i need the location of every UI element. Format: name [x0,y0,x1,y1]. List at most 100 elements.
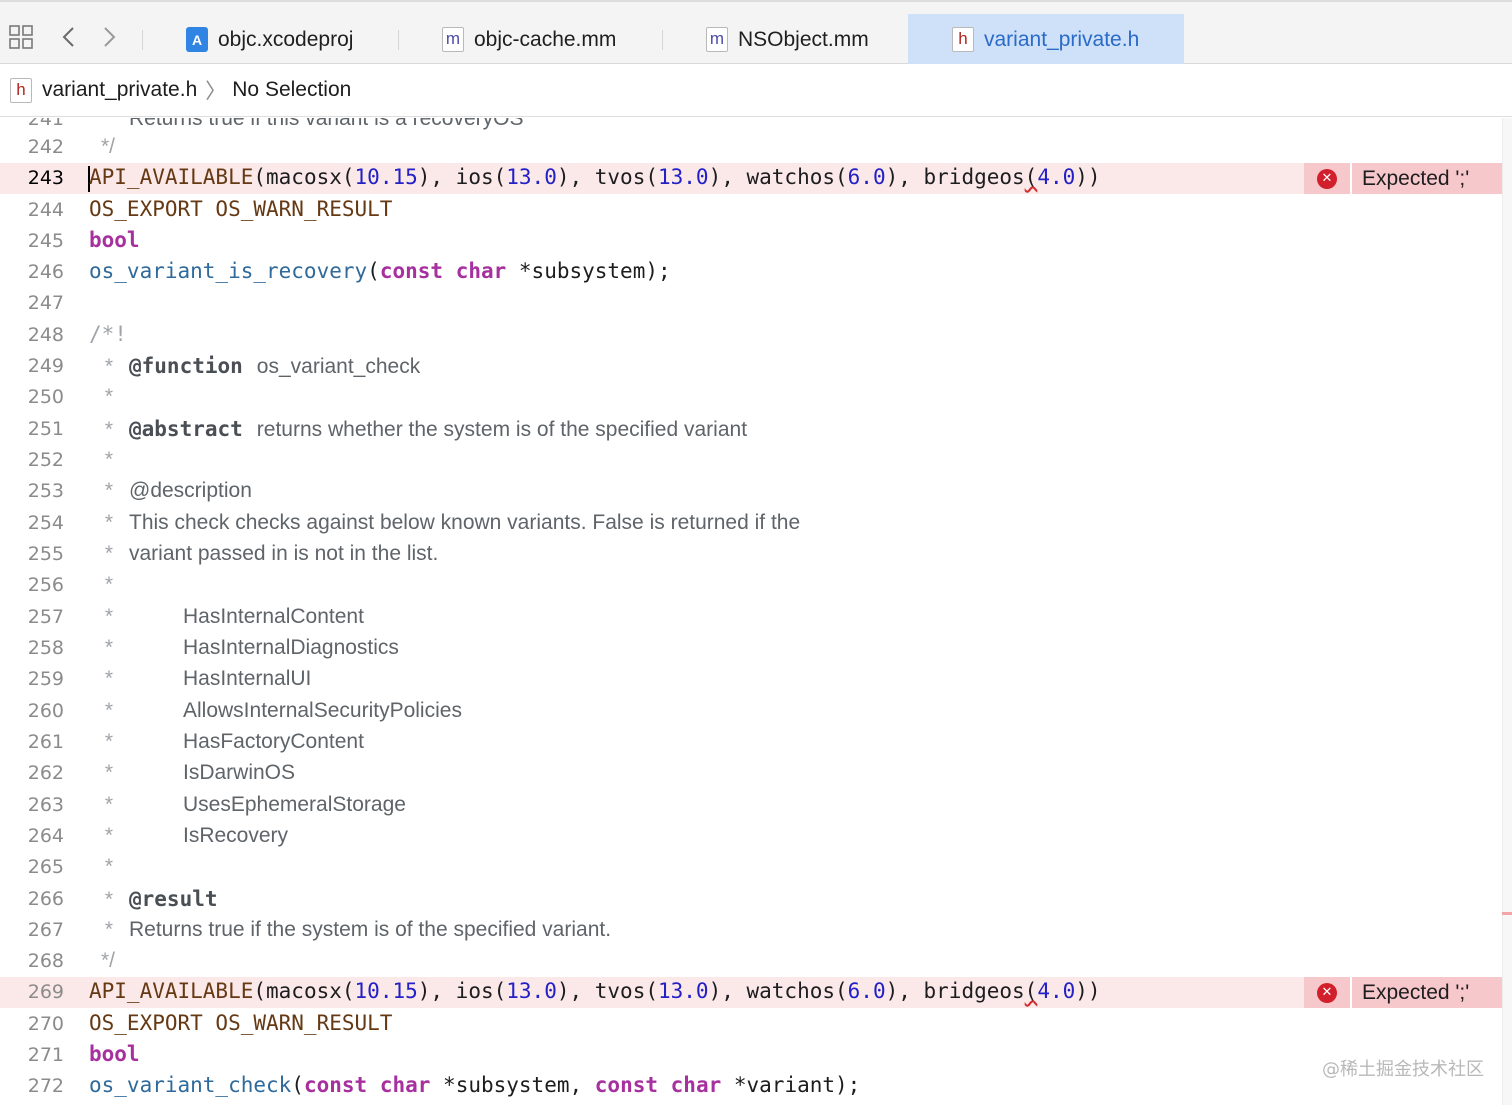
macro-name: OS_EXPORT OS_WARN_RESULT [89,197,393,221]
code-line: 249 * @function os_variant_check [0,351,1512,382]
code-line: 260 * AllowsInternalSecurityPolicies [0,696,1512,727]
breadcrumb-file[interactable]: variant_private.h [42,78,197,102]
macro-name: API_AVAILABLE [89,979,254,1003]
variant-name: HasFactoryContent [183,730,364,753]
error-annotation[interactable]: ✕ Expected ';' [1304,977,1502,1008]
jump-bar: h variant_private.h 〉 No Selection [0,64,1512,117]
source-editor[interactable]: 241 * Returns true if this variant is a r… [0,118,1512,1105]
code-line: 244 OS_EXPORT OS_WARN_RESULT [0,195,1512,226]
line-number: 261 [27,731,64,753]
line-number: 255 [27,543,64,565]
variant-name: UsesEphemeralStorage [183,793,406,816]
error-x-icon: ✕ [1317,168,1337,189]
variant-name: HasInternalDiagnostics [183,636,399,659]
function-name: os_variant_check [89,1073,292,1097]
code-line: 271 bool [0,1040,1512,1071]
line-number: 265 [27,856,64,878]
error-x-icon: ✕ [1317,982,1337,1003]
line-number: 248 [27,324,64,346]
code-line: 253 * @description [0,476,1512,507]
line-number: 267 [27,919,64,941]
code-line: 256 * [0,570,1512,601]
tab-label: objc-cache.mm [474,27,617,51]
tab-label: NSObject.mm [738,27,869,51]
variant-name: HasInternalUI [183,667,312,690]
code-line: 259 * HasInternalUI [0,664,1512,695]
tab-label: variant_private.h [984,27,1140,51]
code-line: 268 */ [0,946,1512,977]
back-icon[interactable] [54,22,84,52]
line-number: 244 [27,199,64,221]
line-number: 247 [27,292,64,314]
tab-nsobject[interactable]: m NSObject.mm [706,14,901,65]
variant-name: IsDarwinOS [183,761,296,784]
tab-divider [662,30,663,50]
error-location: ( [1024,165,1038,189]
doc-tag: @abstract [129,417,243,441]
code-line-error: 243 API_AVAILABLE(macosx(10.15), ios(13.… [0,163,1512,194]
code-line: 264 * IsRecovery [0,821,1512,852]
line-number: 258 [27,637,64,659]
xcodeproj-icon: A [186,27,208,52]
code-line: 258 * HasInternalDiagnostics [0,633,1512,664]
tab-divider [142,30,143,50]
tab-bar: A objc.xcodeproj m objc-cache.mm m NSObj… [0,0,1512,65]
code-line: 250 * [0,382,1512,413]
line-number: 249 [27,355,64,377]
tab-variant-private[interactable]: h variant_private.h [908,14,1184,65]
line-number: 262 [27,762,64,784]
error-message: Expected ';' [1362,166,1470,190]
line-number: 256 [27,574,64,596]
code-line: 245 bool [0,226,1512,257]
forward-icon[interactable] [94,22,124,52]
comment-text: Returns true if this variant is a recove… [129,118,524,130]
code-line: 270 OS_EXPORT OS_WARN_RESULT [0,1009,1512,1040]
macro-name: API_AVAILABLE [89,165,254,189]
line-number: 269 [27,981,64,1003]
line-number: 257 [27,606,64,628]
code-line: 265 * [0,852,1512,883]
objc-file-icon: m [442,27,464,52]
code-line: 254 * This check checks against below kno… [0,508,1512,539]
macro-name: OS_EXPORT OS_WARN_RESULT [89,1011,393,1035]
code-line: 267 * Returns true if the system is of th… [0,915,1512,946]
vertical-scrollbar[interactable] [1502,118,1512,1105]
code-line: 247 [0,288,1512,319]
doc-tag: @function [129,354,243,378]
line-number: 253 [27,480,64,502]
line-number: 243 [27,167,64,189]
code-line: 261 * HasFactoryContent [0,727,1512,758]
code-line: 242 */ [0,132,1512,163]
tab-objc-xcodeproj[interactable]: A objc.xcodeproj [186,14,396,65]
line-number: 263 [27,794,64,816]
tab-objc-cache[interactable]: m objc-cache.mm [442,14,657,65]
line-number: 251 [27,418,64,440]
line-number: 271 [27,1044,64,1066]
line-number: 270 [27,1013,64,1035]
error-annotation[interactable]: ✕ Expected ';' [1304,163,1502,194]
code-line: 263 * UsesEphemeralStorage [0,790,1512,821]
line-number: 259 [27,668,64,690]
code-line: 251 * @abstract returns whether the system… [0,414,1512,445]
objc-file-icon: m [706,27,728,52]
comment-open: /*! [89,322,127,346]
variant-name: HasInternalContent [183,605,364,628]
breadcrumb-selection[interactable]: No Selection [232,78,351,102]
header-file-icon: h [10,77,32,103]
variant-name: IsRecovery [183,824,289,847]
comment-close: */ [101,949,116,972]
line-number: 245 [27,230,64,252]
grid-icon[interactable] [6,22,36,52]
line-number: 241 [27,118,64,130]
line-number: 250 [27,386,64,408]
line-number: 264 [27,825,64,847]
variant-name: AllowsInternalSecurityPolicies [183,699,462,722]
code-line: 266 * @result [0,884,1512,915]
keyword: bool [89,228,140,252]
code-line: 255 * variant passed in is not in the lis… [0,539,1512,570]
code-line-error: 269 API_AVAILABLE(macosx(10.15), ios(13.… [0,977,1512,1008]
function-name: os_variant_is_recovery [89,259,368,283]
line-number: 252 [27,449,64,471]
keyword: bool [89,1042,140,1066]
scrollbar-error-marker [1502,912,1512,915]
